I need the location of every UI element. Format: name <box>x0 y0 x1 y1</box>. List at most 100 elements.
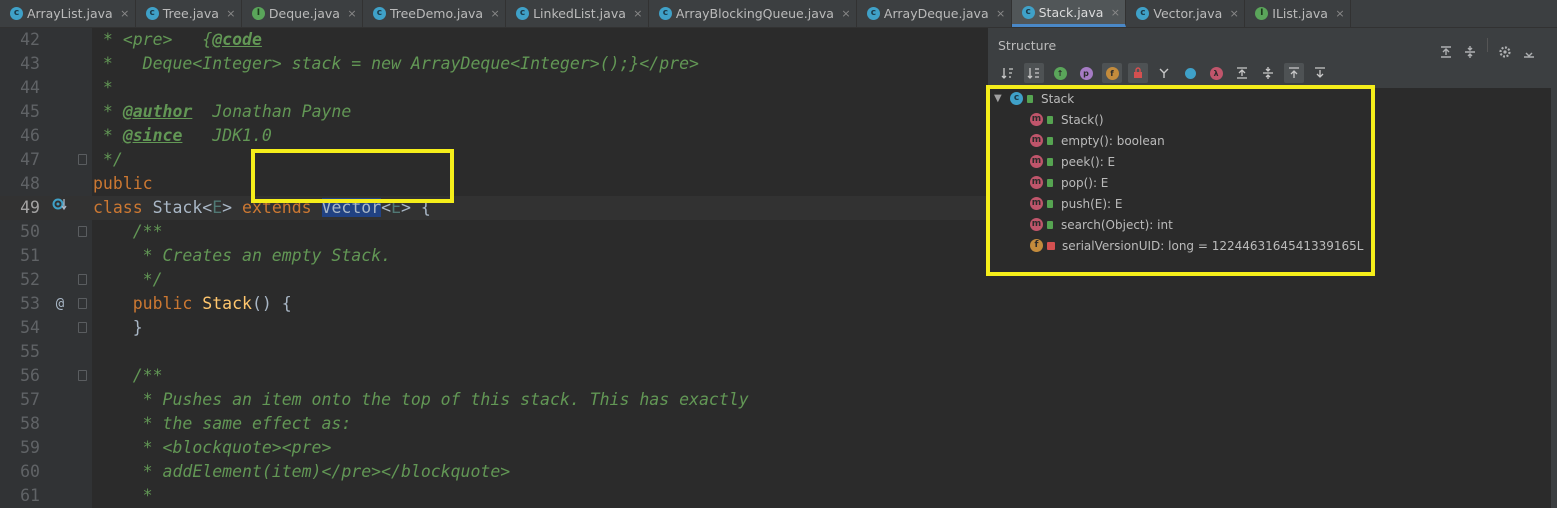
code-line[interactable]: 46 * @since JDK1.0 <box>0 124 987 148</box>
code-line[interactable]: 59 * <blockquote><pre> <box>0 436 987 460</box>
code-line[interactable]: 43 * Deque<Integer> stack = new ArrayDeq… <box>0 52 987 76</box>
code-line[interactable]: 55 <box>0 340 987 364</box>
comment-text: */ <box>93 150 123 169</box>
code-line[interactable]: 47 */ <box>0 148 987 172</box>
tab-treedemo[interactable]: c TreeDemo.java × <box>363 0 507 27</box>
comment-text: * the same effect as: <box>93 414 352 433</box>
show-properties-icon[interactable]: p <box>1076 63 1096 83</box>
type-param: E <box>212 198 223 217</box>
line-number: 59 <box>20 438 40 457</box>
tab-tree[interactable]: c Tree.java × <box>136 0 242 27</box>
code-line[interactable]: 53 @ public Stack() { <box>0 292 987 316</box>
tab-arrayblockingqueue[interactable]: c ArrayBlockingQueue.java × <box>649 0 857 27</box>
close-icon[interactable]: × <box>489 7 501 20</box>
fold-marker[interactable] <box>78 154 87 165</box>
comment-text: * <box>93 486 153 505</box>
lambda-icon[interactable]: λ <box>1206 63 1226 83</box>
close-icon[interactable]: × <box>1109 6 1121 19</box>
tab-vector[interactable]: c Vector.java × <box>1126 0 1246 27</box>
code-editor[interactable]: 42 * <pre> {@code 43 * Deque<Integer> st… <box>0 28 987 508</box>
show-non-public-icon[interactable] <box>1128 63 1148 83</box>
keyword: public <box>93 294 203 313</box>
code-line[interactable]: 60 * addElement(item)</pre></blockquote> <box>0 460 987 484</box>
close-icon[interactable]: × <box>995 7 1007 20</box>
tab-linkedlist[interactable]: c LinkedList.java × <box>506 0 649 27</box>
code-line[interactable]: 58 * the same effect as: <box>0 412 987 436</box>
code-line[interactable]: 56 /** <box>0 364 987 388</box>
line-number: 57 <box>20 390 40 409</box>
tab-deque[interactable]: I Deque.java × <box>242 0 363 27</box>
tab-label: TreeDemo.java <box>389 6 484 21</box>
tab-label: ArrayList.java <box>27 6 113 21</box>
line-number: 58 <box>20 414 40 433</box>
code-text: } <box>93 318 143 337</box>
comment-text: * Pushes an item onto the top of this st… <box>93 390 749 409</box>
comment-text: * Deque<Integer> stack = new ArrayDeque<… <box>93 54 699 73</box>
tab-arraydeque[interactable]: c ArrayDeque.java × <box>857 0 1012 27</box>
code-line[interactable]: 44 * <box>0 76 987 100</box>
at-icon[interactable]: @ <box>52 292 68 316</box>
class-icon: c <box>658 7 672 20</box>
fold-marker[interactable] <box>78 298 87 309</box>
show-anonymous-icon[interactable] <box>1180 63 1200 83</box>
code-line[interactable]: 50 /** <box>0 220 987 244</box>
comment-text: * <box>93 78 113 97</box>
code-text: () { <box>251 294 292 313</box>
tab-label: Deque.java <box>268 6 340 21</box>
sort-alphabetically-icon[interactable] <box>1024 63 1044 83</box>
comment-text: JDK1.0 <box>182 126 272 145</box>
close-icon[interactable]: × <box>225 7 237 20</box>
close-icon[interactable]: × <box>840 7 852 20</box>
comment-text: * Creates an empty Stack. <box>93 246 392 265</box>
show-inherited-icon[interactable]: ↑ <box>1050 63 1070 83</box>
line-number: 56 <box>20 366 40 385</box>
keyword: class <box>93 198 143 217</box>
line-number: 43 <box>20 54 40 73</box>
line-number: 47 <box>20 150 40 169</box>
fold-marker[interactable] <box>78 322 87 333</box>
tab-stack[interactable]: c Stack.java × <box>1011 0 1127 27</box>
fold-marker[interactable] <box>78 226 87 237</box>
structure-header: Structure <box>988 28 1557 60</box>
tab-label: Vector.java <box>1153 6 1223 21</box>
autoscroll-from-source-icon[interactable] <box>1310 63 1330 83</box>
code-line[interactable]: 52 */ <box>0 268 987 292</box>
autoscroll-to-source-icon[interactable] <box>1284 63 1304 83</box>
show-lambdas-icon[interactable] <box>1154 63 1174 83</box>
fold-marker[interactable] <box>78 274 87 285</box>
close-icon[interactable]: × <box>346 7 358 20</box>
show-fields-icon[interactable]: f <box>1102 63 1122 83</box>
sort-by-visibility-icon[interactable] <box>998 63 1018 83</box>
code-line[interactable]: 45 * @author Jonathan Payne <box>0 100 987 124</box>
code-line[interactable]: 61 * <box>0 484 987 508</box>
code-line[interactable]: 57 * Pushes an item onto the top of this… <box>0 388 987 412</box>
code-line[interactable]: 54 } <box>0 316 987 340</box>
fold-marker[interactable] <box>78 370 87 381</box>
javadoc-tag: @since <box>122 126 183 145</box>
tab-ilist[interactable]: I IList.java × <box>1245 0 1351 27</box>
comment-text: * addElement(item)</pre></blockquote> <box>93 462 511 481</box>
code-line-current[interactable]: 49 class Stack<E> extends Vector<E> { <box>0 196 987 220</box>
structure-toolbar: ↑ p f λ <box>988 60 1557 86</box>
close-icon[interactable]: × <box>632 7 644 20</box>
tab-arraylist[interactable]: c ArrayList.java × <box>0 0 136 27</box>
code-line[interactable]: 51 * Creates an empty Stack. <box>0 244 987 268</box>
line-number: 46 <box>20 126 40 145</box>
comment-text: * <blockquote><pre> <box>93 438 332 457</box>
annotation-highlight-extends <box>251 149 454 203</box>
line-number: 50 <box>20 222 40 241</box>
keyword: public <box>93 174 153 193</box>
javadoc-tag: @code <box>212 30 262 49</box>
expand-all-icon[interactable] <box>1232 63 1252 83</box>
close-icon[interactable]: × <box>1228 7 1240 20</box>
collapse-all-icon[interactable] <box>1258 63 1278 83</box>
annotation-highlight-structure <box>986 85 1375 276</box>
line-number: 52 <box>20 270 40 289</box>
close-icon[interactable]: × <box>1334 7 1346 20</box>
code-line[interactable]: 48 public <box>0 172 987 196</box>
close-icon[interactable]: × <box>119 7 131 20</box>
comment-text: { <box>172 30 213 49</box>
line-number: 42 <box>20 30 40 49</box>
overrides-icon[interactable] <box>52 196 68 220</box>
code-line[interactable]: 42 * <pre> {@code <box>0 28 987 52</box>
